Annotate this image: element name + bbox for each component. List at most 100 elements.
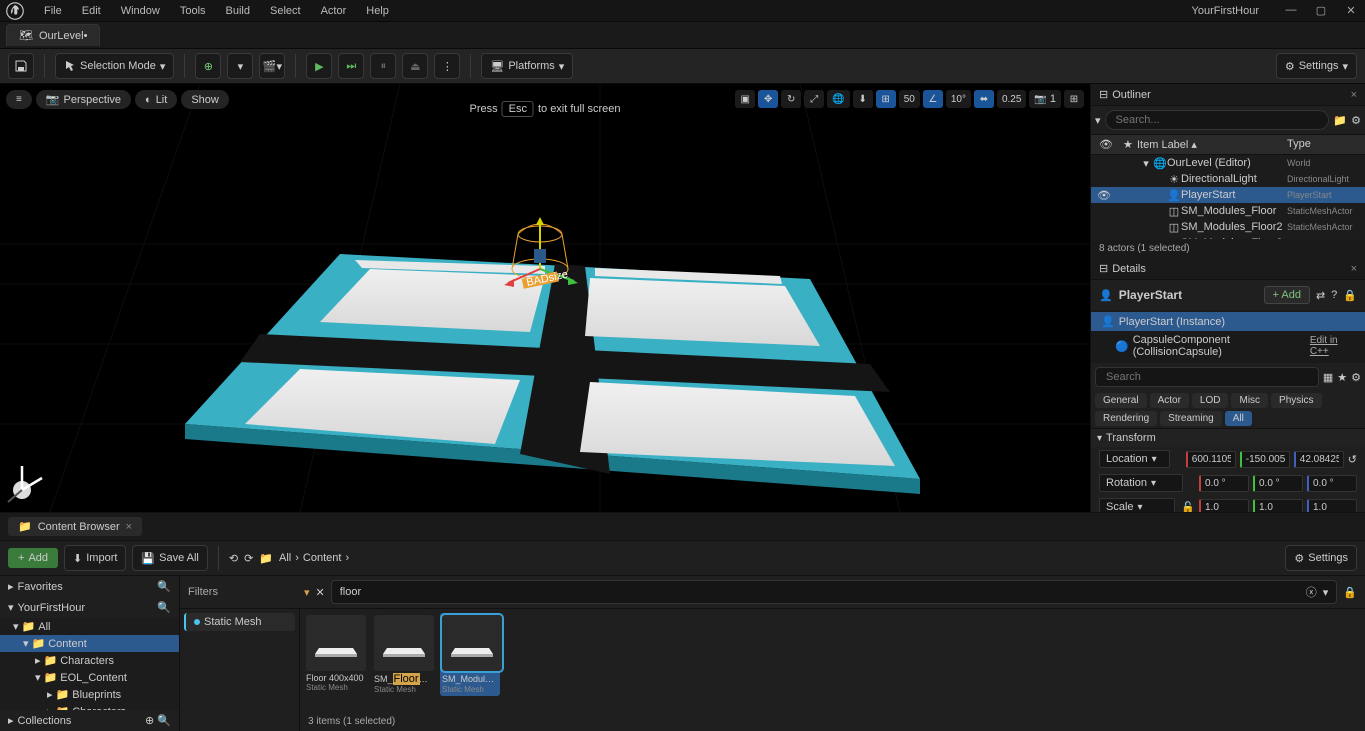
lock-scale-button[interactable]: 🔓	[1181, 501, 1195, 513]
source-folder[interactable]: ▾📁EOL_Content	[0, 669, 179, 686]
minimize-button[interactable]: —	[1281, 4, 1301, 17]
grid-snap-value[interactable]: 50	[899, 90, 920, 108]
asset-item[interactable]: SM_FloorBaseStatic Mesh	[374, 615, 434, 694]
viewport-layout-button[interactable]: ⊞	[1064, 90, 1084, 108]
clear-search-button[interactable]: ✕	[316, 586, 325, 599]
menu-build[interactable]: Build	[216, 0, 260, 22]
project-section[interactable]: ▾ YourFirstHour🔍	[0, 597, 179, 618]
cb-settings-button[interactable]: ⚙Settings	[1285, 545, 1357, 571]
maximize-button[interactable]: ▢	[1311, 4, 1331, 17]
stop-button[interactable]: ⏏	[402, 53, 428, 79]
rotate-mode-button[interactable]: ↻	[781, 90, 801, 108]
play-skip-button[interactable]: ⏭	[338, 53, 364, 79]
add-component-button[interactable]: + Add	[1264, 286, 1310, 304]
scale-snap-value[interactable]: 0.25	[997, 90, 1026, 108]
blueprints-button[interactable]: ▾	[227, 53, 253, 79]
grid-snap-button[interactable]: ⊞	[876, 90, 896, 108]
angle-snap-value[interactable]: 10°	[946, 90, 971, 108]
outliner-column-header[interactable]: 👁★ Item Label ▴ Type	[1091, 134, 1365, 155]
browse-button[interactable]: ⇄	[1316, 289, 1325, 302]
location-dropdown[interactable]: Location ▾	[1099, 450, 1170, 468]
rotation-x-input[interactable]	[1199, 475, 1249, 492]
reset-location-button[interactable]: ↺	[1348, 453, 1357, 466]
outliner-row[interactable]: 👁👤PlayerStartPlayerStart	[1091, 187, 1365, 203]
pause-button[interactable]: ⏸	[370, 53, 396, 79]
filter-add-button[interactable]: ▾	[304, 586, 310, 599]
source-tree[interactable]: ▾📁All▾📁Content▸📁Characters▾📁EOL_Content▸…	[0, 618, 179, 710]
menu-window[interactable]: Window	[111, 0, 170, 22]
save-button[interactable]	[8, 53, 34, 79]
clear-text-button[interactable]: ⓧ	[1306, 584, 1317, 600]
outliner-row[interactable]: ▾🌐OurLevel (Editor)World	[1091, 155, 1365, 171]
chip-misc[interactable]: Misc	[1231, 393, 1268, 408]
close-tab-button[interactable]: ×	[126, 521, 132, 533]
asset-grid[interactable]: Floor 400x400Static MeshSM_FloorBaseStat…	[300, 609, 1365, 731]
camera-speed-button[interactable]: 📷1	[1029, 90, 1061, 108]
rotation-dropdown[interactable]: Rotation ▾	[1099, 474, 1183, 492]
platforms-button[interactable]: 🖥 Platforms ▾	[481, 53, 573, 79]
menu-file[interactable]: File	[34, 0, 72, 22]
cb-back-button[interactable]: ⟲	[229, 552, 238, 565]
scale-snap-button[interactable]: ⬌	[974, 90, 994, 108]
outliner-add-folder-button[interactable]: 📁	[1333, 114, 1347, 127]
component-capsule[interactable]: 🔵CapsuleComponent (CollisionCapsule)Edit…	[1091, 331, 1365, 361]
source-folder[interactable]: ▾📁All	[0, 618, 179, 635]
favorites-section[interactable]: ▸ Favorites🔍	[0, 576, 179, 597]
selection-mode-button[interactable]: Selection Mode ▾	[55, 53, 174, 79]
translate-mode-button[interactable]: ✥	[758, 90, 778, 108]
location-z-input[interactable]	[1294, 451, 1344, 468]
cb-folder-button[interactable]: 📁	[259, 552, 273, 565]
outliner-settings-button[interactable]: ⚙	[1351, 114, 1361, 127]
scale-mode-button[interactable]: ⤢	[804, 90, 824, 108]
outliner-row[interactable]: ◫SM_Modules_Floor2StaticMeshActor	[1091, 219, 1365, 235]
outliner-search-input[interactable]	[1105, 110, 1330, 130]
angle-snap-button[interactable]: ∠	[923, 90, 943, 108]
breadcrumb[interactable]: All›Content›	[279, 552, 349, 564]
menu-select[interactable]: Select	[260, 0, 311, 22]
unreal-logo-icon[interactable]	[4, 0, 26, 22]
component-root[interactable]: 👤PlayerStart (Instance)	[1091, 312, 1365, 331]
menu-edit[interactable]: Edit	[72, 0, 111, 22]
source-folder[interactable]: ▾📁Content	[0, 635, 179, 652]
settings-button[interactable]: ⚙ Settings ▾	[1276, 53, 1357, 79]
chip-general[interactable]: General	[1095, 393, 1147, 408]
details-settings-button[interactable]: ⚙	[1351, 371, 1361, 384]
viewport-options-button[interactable]: ≡	[6, 90, 32, 109]
details-close-button[interactable]: ×	[1351, 263, 1357, 275]
menu-actor[interactable]: Actor	[311, 0, 357, 22]
source-folder[interactable]: ▸📁Blueprints	[0, 686, 179, 703]
cb-import-button[interactable]: ⬇Import	[64, 545, 126, 571]
rotation-z-input[interactable]	[1307, 475, 1357, 492]
details-fav-button[interactable]: ★	[1337, 371, 1347, 384]
cb-lock-button[interactable]: 🔒	[1343, 586, 1357, 599]
select-mode-button[interactable]: ▣	[735, 90, 755, 108]
cb-search-input[interactable]	[340, 586, 1300, 598]
content-browser-tab[interactable]: 📁 Content Browser ×	[8, 517, 142, 536]
help-button[interactable]: ?	[1331, 289, 1337, 301]
outliner-tree[interactable]: ▾🌐OurLevel (Editor)World☀DirectionalLigh…	[1091, 155, 1365, 239]
menu-tools[interactable]: Tools	[170, 0, 216, 22]
close-button[interactable]: ✕	[1341, 4, 1361, 17]
menu-help[interactable]: Help	[356, 0, 399, 22]
filter-static-mesh[interactable]: Static Mesh	[184, 613, 295, 631]
cinematics-button[interactable]: 🎬▾	[259, 53, 285, 79]
level-viewport[interactable]: ≡ 📷Perspective ◐Lit Show ▣ ✥ ↻ ⤢ 🌐 ⬇ ⊞ 5…	[0, 84, 1090, 512]
location-y-input[interactable]	[1240, 451, 1290, 468]
outliner-close-button[interactable]: ×	[1351, 89, 1357, 101]
asset-item[interactable]: Floor 400x400Static Mesh	[306, 615, 366, 694]
scale-z-input[interactable]	[1307, 499, 1357, 513]
scale-x-input[interactable]	[1199, 499, 1249, 513]
asset-item[interactable]: SM_Modules_FloorStatic Mesh	[440, 613, 500, 696]
cb-fwd-button[interactable]: ⟳	[244, 552, 253, 565]
filter-button[interactable]: ▾	[1095, 114, 1101, 127]
location-x-input[interactable]	[1186, 451, 1236, 468]
details-view-button[interactable]: ▦	[1323, 371, 1333, 384]
edit-cpp-link[interactable]: Edit in C++	[1310, 335, 1355, 357]
perspective-button[interactable]: 📷Perspective	[36, 90, 131, 109]
chip-actor[interactable]: Actor	[1150, 393, 1189, 408]
chip-physics[interactable]: Physics	[1271, 393, 1321, 408]
lit-button[interactable]: ◐Lit	[135, 90, 177, 109]
chip-all[interactable]: All	[1225, 411, 1252, 426]
add-content-button[interactable]: ⊕	[195, 53, 221, 79]
scale-dropdown[interactable]: Scale ▾	[1099, 498, 1175, 512]
